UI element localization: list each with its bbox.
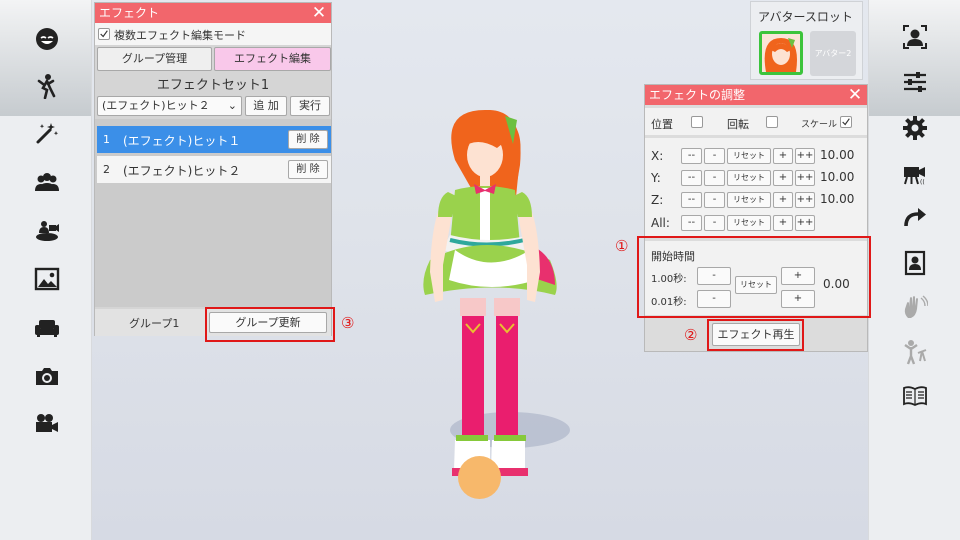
id-card-icon[interactable] (901, 249, 929, 277)
x-increase-large-button[interactable]: ++ (795, 148, 815, 164)
adjust-panel-titlebar[interactable]: エフェクトの調整 ✕ (645, 85, 867, 105)
highlight-box-1 (637, 236, 871, 318)
all-decrease-large-button[interactable]: -- (681, 215, 702, 231)
highlight-box-2 (707, 319, 804, 351)
list-item-name: (エフェクト)ヒット２ (123, 164, 241, 178)
effect-panel: エフェクト ✕ 複数エフェクト編集モード グループ管理 エフェクト編集 エフェクト… (94, 2, 332, 336)
portrait-icon[interactable] (901, 23, 929, 51)
all-reset-button[interactable]: リセット (727, 215, 771, 231)
avatar-slot-2[interactable]: アバター2 (810, 31, 856, 76)
x-decrease-button[interactable]: - (704, 148, 725, 164)
adjust-panel-title: エフェクトの調整 (649, 88, 746, 102)
axis-z-label: Z: (651, 193, 664, 207)
list-item-index: 1 (103, 133, 110, 146)
multi-edit-checkbox[interactable] (98, 28, 110, 40)
image-icon[interactable] (33, 265, 61, 293)
list-item-index: 2 (103, 163, 110, 176)
avatar-slot-panel: アバタースロット アバター2 (750, 1, 863, 80)
scale-checkbox[interactable] (840, 116, 852, 128)
camera-icon[interactable] (33, 362, 61, 390)
chevron-down-icon: ⌄ (227, 99, 237, 112)
magic-wand-icon[interactable] (33, 119, 61, 147)
book-icon[interactable] (901, 382, 929, 410)
x-value: 10.00 (820, 148, 855, 162)
avatar-slot-title: アバタースロット (758, 10, 853, 24)
sofa-icon[interactable] (33, 313, 61, 341)
all-increase-button[interactable]: + (773, 215, 793, 231)
group-label: グループ1 (129, 317, 180, 330)
axis-x-label: X: (651, 149, 664, 163)
rotation-checkbox[interactable] (766, 116, 778, 128)
effect-dropdown-value: (エフェクト)ヒット２ (102, 99, 210, 112)
delete-button[interactable]: 削 除 (288, 130, 328, 149)
rotation-label: 回転 (727, 118, 749, 131)
scale-label: スケール (801, 120, 838, 130)
y-increase-large-button[interactable]: ++ (795, 170, 815, 186)
list-item[interactable]: 1 (エフェクト)ヒット１ 削 除 (97, 126, 331, 153)
position-checkbox[interactable] (691, 116, 703, 128)
redo-arrow-icon[interactable] (901, 205, 929, 233)
all-increase-large-button[interactable]: ++ (795, 215, 815, 231)
video-camera-icon[interactable] (33, 410, 61, 438)
close-icon[interactable]: ✕ (310, 4, 328, 22)
video-camera-icon[interactable]: (( (901, 160, 929, 188)
tab-effect-edit[interactable]: エフェクト編集 (214, 47, 331, 71)
axis-all-label: All: (651, 216, 670, 230)
right-sidebar-header (869, 0, 960, 116)
effect-panel-title: エフェクト (99, 6, 160, 20)
face-icon[interactable] (33, 25, 61, 53)
y-decrease-button[interactable]: - (704, 170, 725, 186)
y-increase-button[interactable]: + (773, 170, 793, 186)
right-sidebar: (( (868, 0, 960, 540)
y-value: 10.00 (820, 170, 855, 184)
list-item-name: (エフェクト)ヒット１ (123, 134, 241, 148)
run-button[interactable]: 実行 (290, 96, 330, 116)
add-button[interactable]: 追 加 (245, 96, 287, 116)
y-decrease-large-button[interactable]: -- (681, 170, 702, 186)
effect-dropdown[interactable]: (エフェクト)ヒット２ ⌄ (97, 96, 242, 116)
z-value: 10.00 (820, 192, 855, 206)
sliders-icon[interactable] (901, 68, 929, 96)
z-decrease-large-button[interactable]: -- (681, 192, 702, 208)
annotation-3: ③ (341, 314, 355, 332)
annotation-1: ① (615, 237, 629, 255)
z-increase-button[interactable]: + (773, 192, 793, 208)
figure-telescope-icon[interactable] (901, 338, 929, 366)
avatar-thumbnail (764, 38, 797, 72)
tab-group-management[interactable]: グループ管理 (97, 47, 212, 71)
position-label: 位置 (651, 118, 673, 131)
close-icon[interactable]: ✕ (846, 86, 864, 104)
x-increase-button[interactable]: + (773, 148, 793, 164)
y-reset-button[interactable]: リセット (727, 170, 771, 186)
gear-icon[interactable] (901, 114, 929, 142)
multi-edit-label: 複数エフェクト編集モード (114, 29, 246, 42)
svg-text:((: (( (920, 179, 925, 186)
effect-panel-titlebar[interactable]: エフェクト ✕ (95, 3, 331, 23)
avatar-character-model (423, 110, 570, 476)
z-decrease-button[interactable]: - (704, 192, 725, 208)
left-sidebar (0, 0, 92, 540)
z-reset-button[interactable]: リセット (727, 192, 771, 208)
effect-origin-marker[interactable] (458, 456, 501, 499)
hand-wave-icon[interactable] (901, 293, 929, 321)
x-decrease-large-button[interactable]: -- (681, 148, 702, 164)
effect-set-title: エフェクトセット1 (156, 78, 270, 93)
delete-button[interactable]: 削 除 (288, 160, 328, 179)
x-reset-button[interactable]: リセット (727, 148, 771, 164)
z-increase-large-button[interactable]: ++ (795, 192, 815, 208)
list-item[interactable]: 2 (エフェクト)ヒット２ 削 除 (97, 156, 331, 183)
avatar-slot-1[interactable] (759, 31, 803, 75)
pose-icon[interactable] (33, 72, 61, 100)
annotation-2: ② (684, 326, 698, 344)
highlight-box-3 (205, 307, 335, 342)
axis-y-label: Y: (651, 171, 661, 185)
all-decrease-button[interactable]: - (704, 215, 725, 231)
group-icon[interactable] (33, 168, 61, 196)
stage-camera-icon[interactable] (33, 216, 61, 244)
